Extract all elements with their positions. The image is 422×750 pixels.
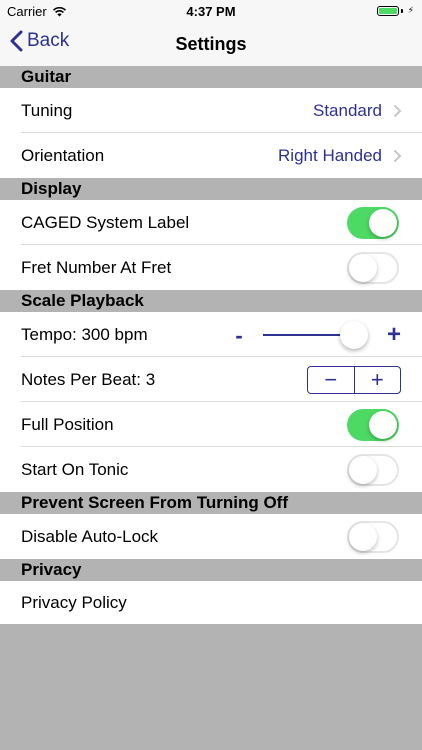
orientation-label: Orientation bbox=[21, 145, 105, 165]
fret-number-label: Fret Number At Fret bbox=[21, 257, 172, 277]
start-on-tonic-toggle[interactable] bbox=[347, 453, 399, 486]
start-on-tonic-row: Start On Tonic bbox=[0, 447, 422, 492]
section-header-guitar: Guitar bbox=[0, 66, 422, 88]
auto-lock-toggle[interactable] bbox=[347, 520, 399, 553]
section-header-scale-playback: Scale Playback bbox=[0, 290, 422, 312]
orientation-value: Right Handed bbox=[278, 145, 382, 165]
section-header-display: Display bbox=[0, 178, 422, 200]
section-header-prevent-screen: Prevent Screen From Turning Off bbox=[0, 492, 422, 514]
chevron-right-icon bbox=[393, 104, 402, 117]
tempo-row: Tempo: 300 bpm - + bbox=[0, 312, 422, 357]
full-position-toggle[interactable] bbox=[347, 408, 399, 441]
battery-indicator: ⚡ bbox=[376, 5, 414, 16]
tempo-label: Tempo: 300 bpm bbox=[21, 324, 148, 344]
privacy-policy-row[interactable]: Privacy Policy bbox=[0, 581, 422, 624]
tuning-value: Standard bbox=[313, 100, 382, 120]
page-title: Settings bbox=[175, 34, 247, 54]
navigation-bar: Back Settings bbox=[0, 22, 422, 66]
caged-label-toggle[interactable] bbox=[347, 206, 399, 239]
tuning-label: Tuning bbox=[21, 100, 73, 120]
status-time: 4:37 PM bbox=[186, 4, 236, 19]
fret-number-row: Fret Number At Fret bbox=[0, 245, 422, 290]
notes-per-beat-stepper: − + bbox=[307, 365, 401, 394]
start-on-tonic-label: Start On Tonic bbox=[21, 459, 129, 479]
tempo-slider-group: - + bbox=[232, 312, 404, 357]
tempo-decrease-button[interactable]: - bbox=[232, 323, 246, 349]
full-position-label: Full Position bbox=[21, 414, 114, 434]
auto-lock-label: Disable Auto-Lock bbox=[21, 526, 159, 546]
charging-bolt-icon: ⚡ bbox=[407, 5, 414, 15]
chevron-right-icon bbox=[393, 149, 402, 162]
auto-lock-row: Disable Auto-Lock bbox=[0, 514, 422, 559]
section-header-privacy: Privacy bbox=[0, 559, 422, 581]
stepper-increment-button[interactable]: + bbox=[355, 367, 401, 393]
status-bar: Carrier 4:37 PM ⚡ bbox=[0, 0, 422, 22]
stepper-decrement-button[interactable]: − bbox=[308, 367, 354, 393]
notes-per-beat-label: Notes Per Beat: 3 bbox=[21, 369, 156, 389]
caged-label-row: CAGED System Label bbox=[0, 200, 422, 245]
orientation-row[interactable]: Orientation Right Handed bbox=[0, 133, 422, 178]
battery-icon bbox=[376, 5, 399, 16]
tempo-slider-thumb[interactable] bbox=[339, 320, 368, 349]
caged-label: CAGED System Label bbox=[21, 212, 190, 232]
fret-number-toggle[interactable] bbox=[347, 251, 399, 284]
tempo-increase-button[interactable]: + bbox=[384, 321, 404, 349]
notes-per-beat-row: Notes Per Beat: 3 − + bbox=[0, 357, 422, 402]
full-position-row: Full Position bbox=[0, 402, 422, 447]
tuning-row[interactable]: Tuning Standard bbox=[0, 88, 422, 133]
privacy-policy-label: Privacy Policy bbox=[21, 592, 127, 612]
